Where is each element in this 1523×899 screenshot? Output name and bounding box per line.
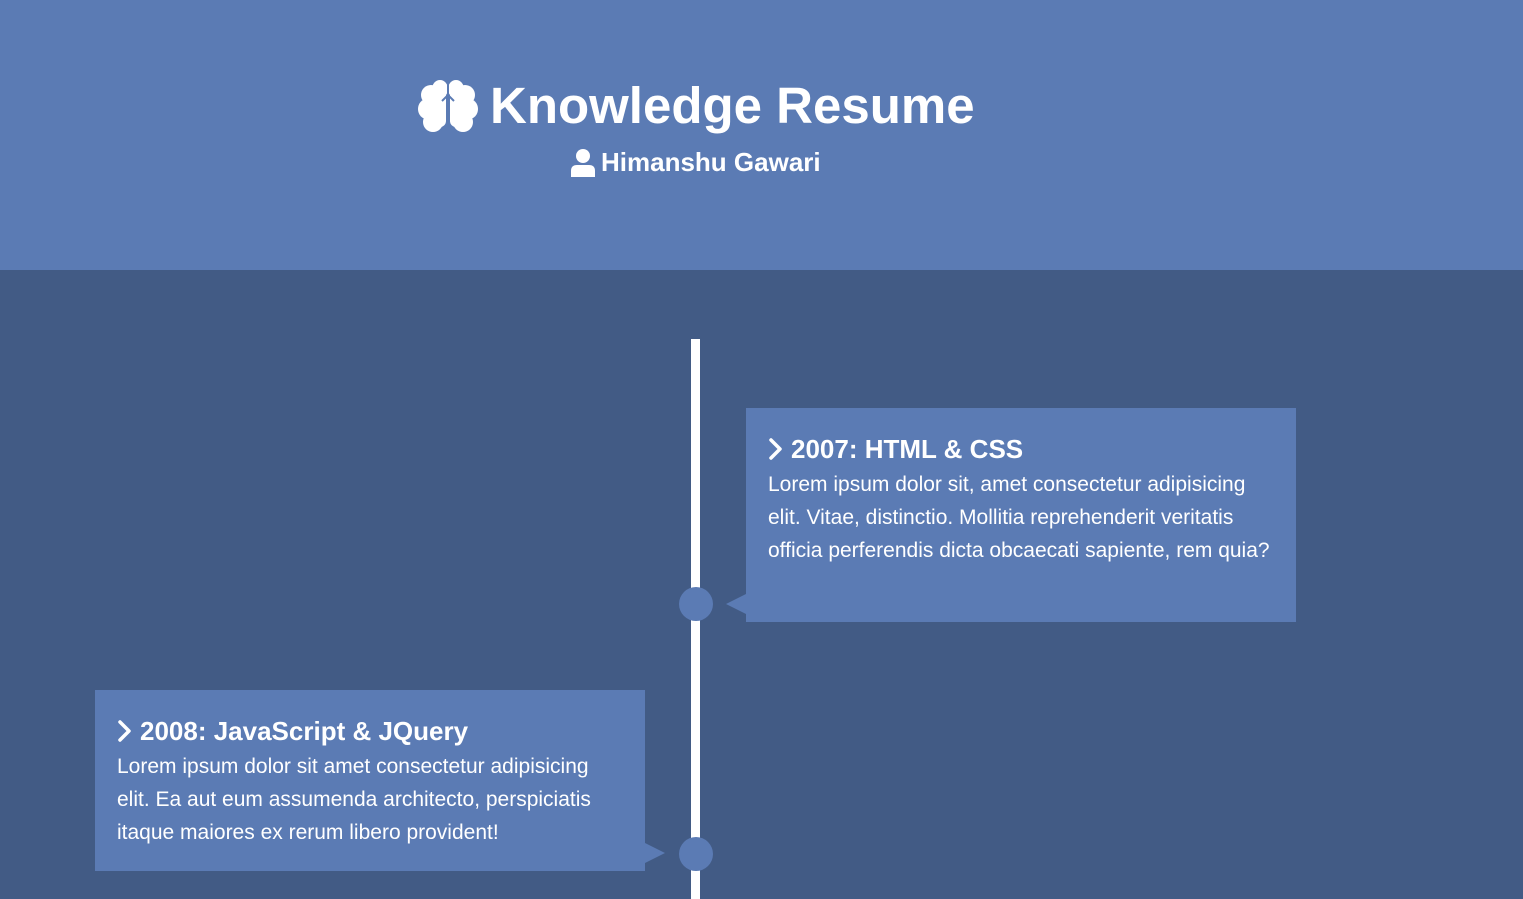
timeline: 2007: HTML & CSS Lorem ipsum dolor sit, … [0, 270, 1523, 899]
page-header: Knowledge Resume Himanshu Gawari [0, 0, 1523, 270]
timeline-card-2007: 2007: HTML & CSS Lorem ipsum dolor sit, … [746, 408, 1296, 622]
timeline-card-title: 2008: JavaScript & JQuery [140, 716, 469, 746]
author-row: Himanshu Gawari [571, 147, 821, 178]
timeline-card-title: 2007: HTML & CSS [791, 434, 1024, 464]
timeline-dot [679, 837, 713, 871]
user-icon [571, 148, 595, 177]
timeline-card-heading: 2008: JavaScript & JQuery [117, 714, 623, 748]
title-row: Knowledge Resume [418, 76, 975, 136]
timeline-card-pointer [645, 843, 665, 863]
timeline-card-text: Lorem ipsum dolor sit amet consectetur a… [117, 755, 591, 844]
brain-icon [418, 80, 478, 132]
chevron-right-icon [769, 438, 782, 460]
author-name: Himanshu Gawari [601, 147, 821, 177]
chevron-right-icon [118, 720, 131, 742]
timeline-card-text: Lorem ipsum dolor sit, amet consectetur … [768, 473, 1270, 562]
timeline-dot [679, 587, 713, 621]
timeline-card-pointer [726, 594, 746, 614]
page-title: Knowledge Resume [490, 77, 975, 134]
timeline-card-2008: 2008: JavaScript & JQuery Lorem ipsum do… [95, 690, 645, 871]
timeline-card-heading: 2007: HTML & CSS [768, 432, 1274, 466]
